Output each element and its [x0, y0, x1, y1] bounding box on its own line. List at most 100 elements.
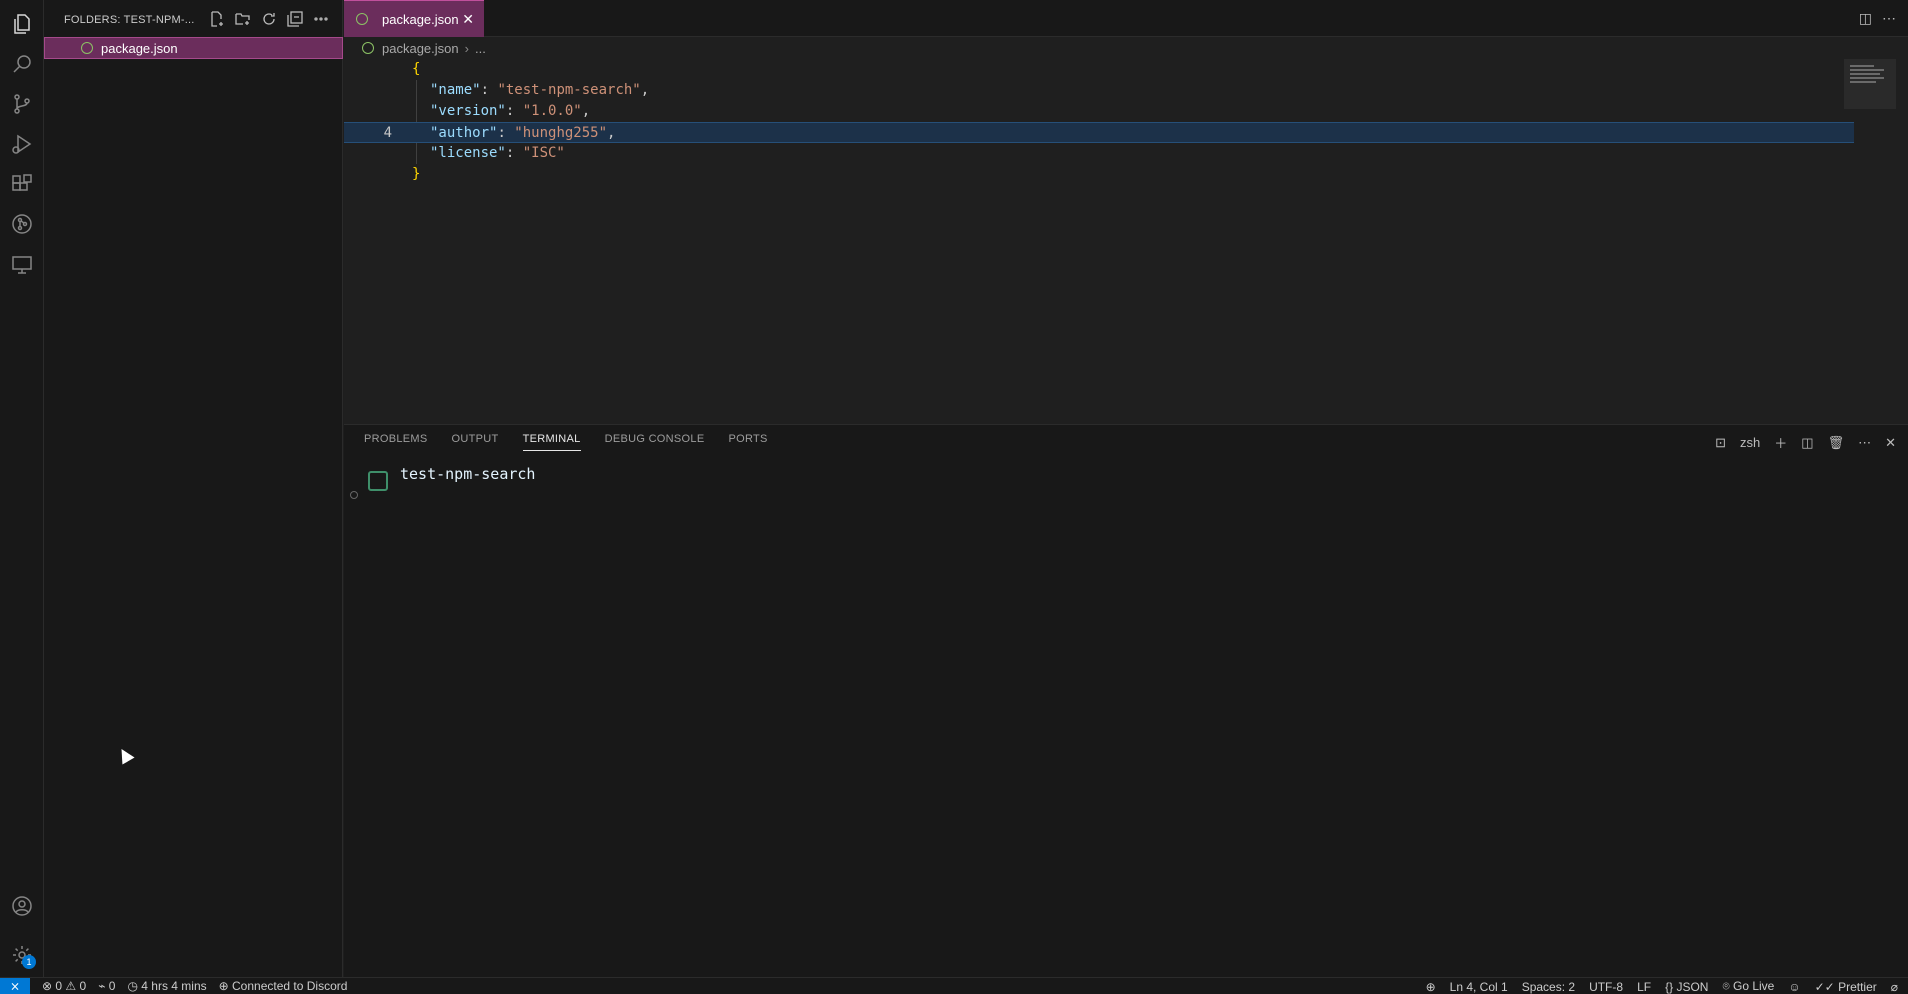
problems-indicator[interactable]: ⊗ 0 ⚠ 0 — [42, 979, 86, 993]
json-key: "license" — [430, 145, 506, 161]
copilot-icon[interactable]: ☺ — [1788, 980, 1800, 994]
close-panel-icon[interactable]: ✕ — [1885, 435, 1896, 451]
add-terminal-icon[interactable]: ＋ — [1774, 433, 1787, 452]
json-colon: : — [505, 145, 523, 161]
terminal-icon: ⊡ — [1715, 434, 1727, 450]
port-count: 0 — [108, 979, 116, 993]
git-graph-icon[interactable] — [0, 204, 44, 244]
editor-tab-bar: package.json ✕ ◫ ⋯ — [344, 0, 1908, 37]
more-actions-icon[interactable]: ⋯ — [1882, 10, 1896, 27]
discord-status[interactable]: ⊕ Connected to Discord — [219, 979, 348, 993]
account-icon[interactable] — [0, 886, 44, 926]
open-brace: { — [412, 61, 421, 77]
tab-output[interactable]: OUTPUT — [452, 433, 499, 451]
file-item-package-json[interactable]: package.json — [44, 37, 343, 59]
code-line-current: 4 "author": "hunghg255", — [344, 122, 1854, 143]
json-comma: , — [640, 82, 650, 98]
code-editor[interactable]: { "name": "test-npm-search", "version": … — [344, 59, 1908, 424]
json-colon: : — [497, 125, 515, 141]
json-key: "name" — [430, 82, 481, 98]
settings-icon[interactable]: 1 — [0, 935, 44, 975]
json-key: "version" — [430, 103, 506, 119]
nodejs-file-icon — [81, 42, 93, 54]
prettier-label: Prettier — [1838, 979, 1877, 994]
tab-ports[interactable]: PORTS — [728, 433, 767, 451]
terminal-prompt[interactable]: test-npm-search — [400, 465, 535, 483]
extensions-icon[interactable] — [0, 164, 44, 204]
json-value: "hunghg255" — [514, 125, 608, 141]
more-icon[interactable] — [312, 10, 330, 28]
panel-actions: ⊡ zsh ＋ ◫ 🗑 ⋯ ✕ — [1715, 433, 1896, 452]
new-file-icon[interactable] — [208, 10, 226, 28]
tab-debug-console[interactable]: DEBUG CONSOLE — [605, 433, 705, 451]
discord-text: Connected to Discord — [232, 979, 348, 993]
go-live-label: Go Live — [1733, 979, 1775, 993]
notifications-icon[interactable]: ⌀ — [1891, 980, 1898, 994]
remote-indicator-icon[interactable]: ⨯ — [0, 977, 30, 994]
refresh-icon[interactable] — [260, 10, 278, 28]
tab-label: package.json — [382, 11, 459, 27]
prettier[interactable]: ✓✓ Prettier — [1815, 980, 1877, 994]
panel-tabs: PROBLEMS OUTPUT TERMINAL DEBUG CONSOLE P… — [364, 433, 768, 451]
code-line: { — [344, 59, 1854, 80]
explorer-sidebar: FOLDERS: TEST-NPM-... package.json — [44, 0, 343, 977]
remote-explorer-icon[interactable] — [0, 244, 44, 284]
close-icon[interactable]: ✕ — [462, 12, 474, 26]
error-count: 0 — [55, 979, 63, 993]
search-icon[interactable] — [0, 44, 44, 84]
bottom-panel: PROBLEMS OUTPUT TERMINAL DEBUG CONSOLE P… — [344, 424, 1908, 977]
code-line: "name": "test-npm-search", — [344, 80, 1854, 101]
json-value: "1.0.0" — [522, 103, 582, 119]
indentation[interactable]: Spaces: 2 — [1522, 980, 1575, 994]
language-name: JSON — [1676, 979, 1709, 994]
line-number: 4 — [383, 125, 392, 141]
encoding[interactable]: UTF-8 — [1589, 980, 1623, 994]
ports-indicator[interactable]: ⌁ 0 — [98, 979, 115, 993]
cursor-position[interactable]: Ln 4, Col 1 — [1450, 980, 1508, 994]
json-colon: : — [505, 103, 523, 119]
settings-badge: 1 — [22, 955, 36, 969]
end-of-line[interactable]: LF — [1637, 980, 1651, 994]
language-mode[interactable]: {} JSON — [1665, 980, 1708, 994]
folder-icon — [368, 471, 388, 491]
json-key: "author" — [430, 125, 498, 141]
code-content: "author": "hunghg255", — [430, 123, 615, 144]
shell-name[interactable]: zsh — [1740, 435, 1760, 450]
go-live[interactable]: ⌾ Go Live — [1722, 979, 1774, 994]
split-editor-icon[interactable]: ◫ — [1859, 10, 1872, 27]
nodejs-file-icon — [356, 13, 368, 25]
close-brace: } — [412, 166, 421, 182]
collapse-all-icon[interactable] — [286, 10, 304, 28]
code-content: "license": "ISC" — [430, 143, 565, 164]
terminal-status-icon — [350, 491, 358, 499]
minimap[interactable] — [1844, 59, 1896, 109]
code-content: "name": "test-npm-search", — [430, 80, 649, 101]
json-comma: , — [581, 103, 591, 119]
new-folder-icon[interactable] — [234, 10, 252, 28]
source-control-icon[interactable] — [0, 84, 44, 124]
time-tracker[interactable]: ◷ 4 hrs 4 mins — [127, 979, 206, 993]
activity-bar: 1 — [0, 0, 44, 977]
code-line: "license": "ISC" — [344, 143, 1854, 164]
json-value: "ISC" — [522, 145, 565, 161]
json-colon: : — [480, 82, 498, 98]
breadcrumb: package.json › ... — [344, 37, 1908, 59]
breadcrumb-more[interactable]: ... — [475, 41, 486, 56]
zoom-icon[interactable]: ⊕ — [1426, 980, 1436, 994]
breadcrumb-file[interactable]: package.json — [382, 41, 459, 56]
code-line: } — [344, 164, 1854, 185]
tab-package-json[interactable]: package.json ✕ — [344, 0, 484, 37]
tab-problems[interactable]: PROBLEMS — [364, 433, 428, 451]
run-debug-icon[interactable] — [0, 124, 44, 164]
status-bar: ⨯ ⊗ 0 ⚠ 0 ⌁ 0 ◷ 4 hrs 4 mins ⊕ Connected… — [0, 977, 1908, 994]
more-icon[interactable]: ⋯ — [1858, 435, 1871, 451]
warning-count: 0 — [79, 979, 87, 993]
file-name: package.json — [101, 40, 178, 56]
time-value: 4 hrs 4 mins — [141, 979, 207, 993]
explorer-actions — [208, 10, 330, 28]
tab-terminal[interactable]: TERMINAL — [522, 433, 581, 451]
trash-icon[interactable]: 🗑 — [1828, 435, 1845, 451]
split-terminal-icon[interactable]: ◫ — [1801, 435, 1813, 451]
explorer-icon[interactable] — [0, 4, 44, 44]
nodejs-file-icon — [362, 42, 374, 54]
